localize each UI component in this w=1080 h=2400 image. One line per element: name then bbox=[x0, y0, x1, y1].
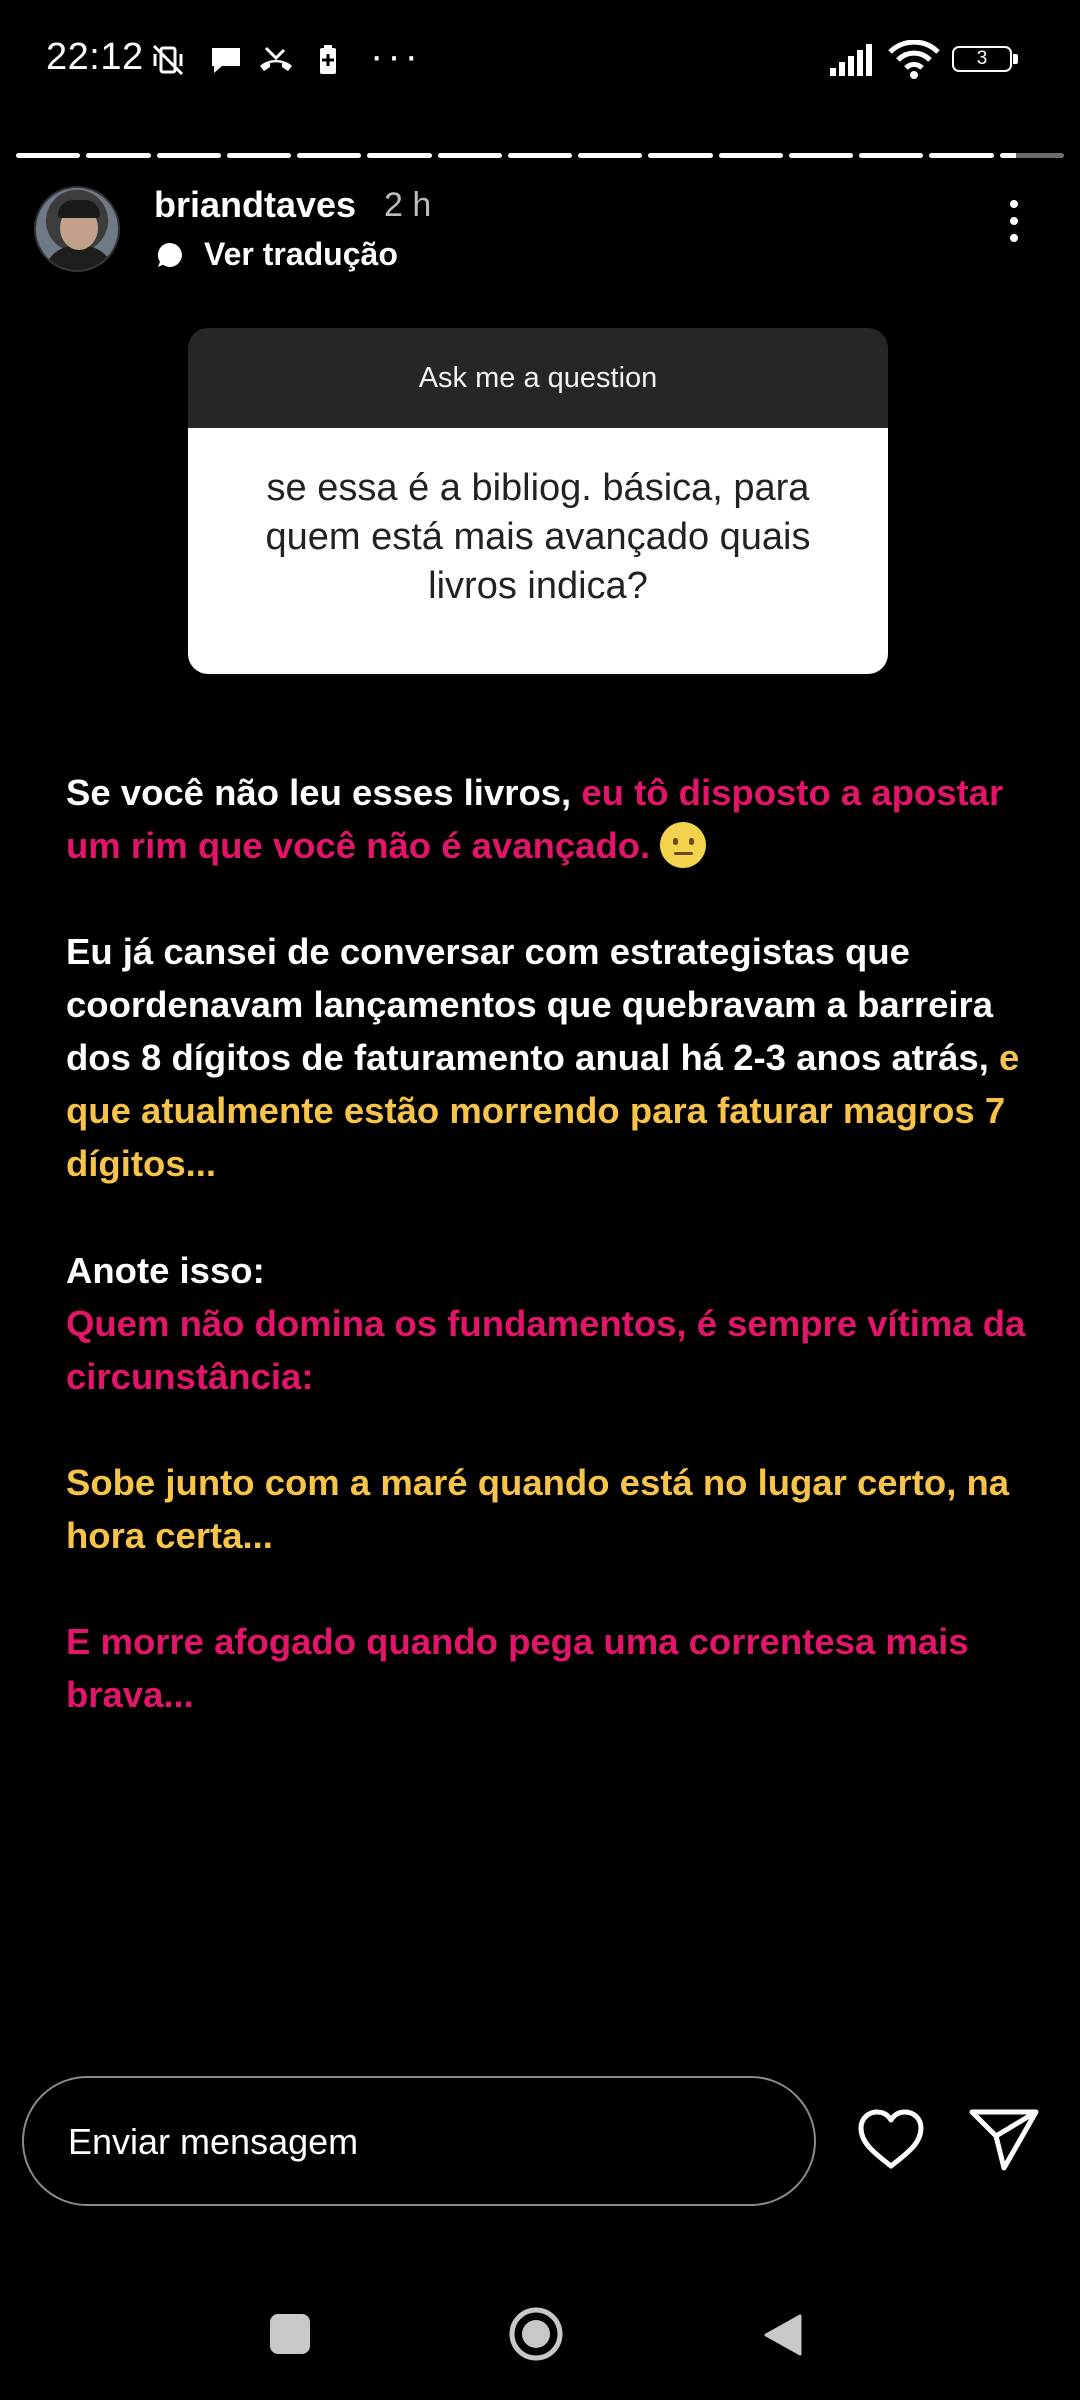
story-text-pink: Quem não domina os fundamentos, é sempre… bbox=[66, 1303, 1026, 1397]
status-bar: 22:12 ··· 3 bbox=[0, 0, 1080, 120]
story-progress-segment bbox=[648, 153, 713, 158]
message-input[interactable] bbox=[66, 2078, 790, 2206]
story-progress-segment bbox=[507, 153, 573, 158]
story-progress-segment bbox=[718, 153, 783, 158]
story-paragraph-4: Sobe junto com a maré quando está no lug… bbox=[66, 1456, 1046, 1562]
story-text-pink: E morre afogado quando pega uma corrente… bbox=[66, 1621, 969, 1715]
signal-icon bbox=[828, 44, 878, 76]
missed-call-icon bbox=[256, 40, 296, 80]
battery-saver-icon bbox=[308, 40, 348, 80]
story-text-white: Eu já cansei de conversar com estrategis… bbox=[66, 931, 999, 1078]
story-progress-segment bbox=[999, 153, 1064, 158]
story-progress-segment bbox=[226, 153, 292, 158]
status-time: 22:12 bbox=[46, 36, 144, 78]
recents-square-icon[interactable] bbox=[270, 2314, 310, 2354]
story-progress-segment bbox=[437, 153, 502, 158]
message-input-box[interactable] bbox=[22, 2076, 816, 2206]
translate-bubble-icon[interactable] bbox=[156, 241, 184, 269]
story-progress-segment bbox=[788, 153, 854, 158]
more-options-icon[interactable] bbox=[996, 200, 1032, 248]
story-progress-segment bbox=[929, 153, 994, 158]
chat-bubble-icon bbox=[206, 40, 246, 80]
story-progress-bar bbox=[16, 153, 1064, 158]
back-triangle-icon[interactable] bbox=[760, 2312, 806, 2358]
neutral-face-emoji-icon bbox=[660, 822, 707, 868]
mute-vibrate-icon bbox=[148, 40, 188, 80]
story-text-white: Anote isso: bbox=[66, 1250, 265, 1291]
more-dots-icon: ··· bbox=[370, 34, 422, 78]
story-paragraph-2: Eu já cansei de conversar com estrategis… bbox=[66, 925, 1046, 1190]
story-progress-segment bbox=[578, 153, 643, 158]
story-age: 2 h bbox=[384, 186, 432, 224]
story-text-white: Se você não leu esses livros, bbox=[66, 772, 582, 813]
story-text-yellow: Sobe junto com a maré quando está no lug… bbox=[66, 1462, 1010, 1556]
question-sticker[interactable]: Ask me a question se essa é a bibliog. b… bbox=[188, 328, 888, 674]
story-paragraph-3: Anote isso: Quem não domina os fundament… bbox=[66, 1244, 1046, 1403]
story-progress-segment bbox=[367, 153, 432, 158]
story-progress-segment bbox=[297, 153, 362, 158]
avatar[interactable] bbox=[34, 186, 120, 272]
story-paragraph-5: E morre afogado quando pega uma corrente… bbox=[66, 1615, 1046, 1721]
home-circle-icon[interactable] bbox=[508, 2306, 564, 2362]
send-paper-plane-icon[interactable] bbox=[968, 2106, 1040, 2172]
battery-icon: 3 bbox=[952, 46, 1020, 74]
story-progress-segment bbox=[156, 153, 221, 158]
wifi-icon bbox=[888, 39, 940, 80]
story-paragraph-1: Se você não leu esses livros, eu tô disp… bbox=[66, 766, 1046, 872]
story-progress-segment bbox=[859, 153, 924, 158]
battery-level: 3 bbox=[952, 46, 1012, 72]
question-text: se essa é a bibliog. básica, para quem e… bbox=[188, 428, 888, 674]
like-heart-icon[interactable] bbox=[856, 2108, 926, 2172]
story-progress-segment bbox=[16, 153, 81, 158]
story-progress-segment bbox=[86, 153, 151, 158]
translate-link[interactable]: Ver tradução bbox=[204, 236, 398, 273]
username[interactable]: briandtaves bbox=[154, 184, 356, 226]
question-sticker-header: Ask me a question bbox=[188, 328, 888, 428]
